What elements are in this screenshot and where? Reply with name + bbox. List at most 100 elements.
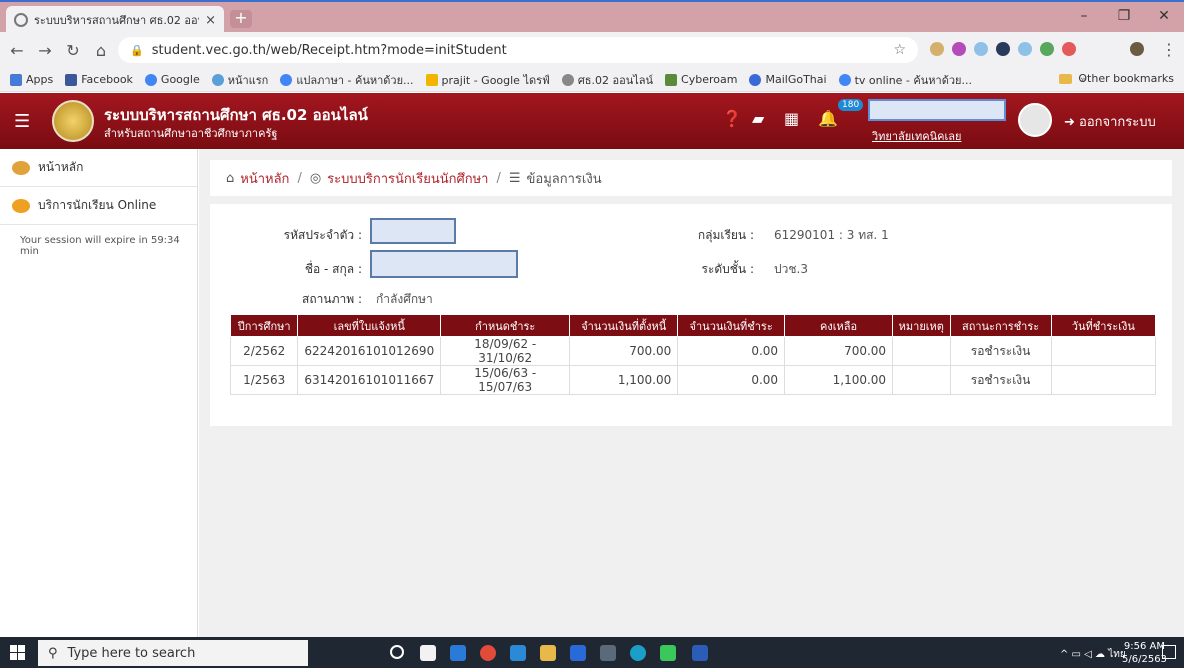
col-year: ปีการศึกษา	[229, 314, 299, 337]
col-due: กำหนดชำระ	[440, 314, 571, 337]
forward-icon[interactable]: →	[34, 41, 56, 60]
list-icon: ☰	[508, 170, 521, 186]
word-icon[interactable]	[692, 645, 708, 661]
bookmark-mailgothai[interactable]: MailGoThai	[749, 73, 827, 86]
breadcrumb-service[interactable]: ระบบบริการนักเรียนนักศึกษา	[327, 168, 488, 189]
col-balance: คงเหลือ	[784, 314, 894, 337]
user-icon	[12, 198, 30, 213]
search-icon: ⚲	[48, 645, 58, 661]
folder-icon	[1059, 73, 1073, 84]
chrome-icon[interactable]	[480, 645, 496, 661]
windows-start-icon[interactable]	[10, 645, 26, 661]
mail-icon	[749, 73, 762, 86]
home-icon: ⌂	[226, 170, 235, 186]
home-icon[interactable]: ⌂	[90, 41, 112, 60]
close-icon[interactable]: ✕	[1144, 4, 1184, 30]
edge-icon[interactable]	[510, 645, 526, 661]
google-icon	[838, 73, 851, 86]
star-icon[interactable]: ☆	[893, 42, 906, 58]
extension-icon[interactable]	[974, 42, 988, 56]
menu-dots-icon[interactable]: ⋮	[1158, 40, 1180, 59]
level-label: ระดับชั้น :	[701, 262, 754, 276]
status-label: สถานภาพ :	[302, 292, 362, 306]
extension-icon[interactable]	[996, 42, 1010, 56]
tab-close-button[interactable]: ×	[205, 13, 216, 28]
col-note: หมายเหตุ	[892, 314, 951, 337]
drive-icon	[425, 73, 438, 86]
bookmark-drive[interactable]: prajit - Google ไดรฟ์	[425, 71, 550, 89]
facebook-icon	[65, 73, 78, 86]
logout-icon: ➜	[1064, 115, 1080, 130]
lock-icon: 🔒	[130, 43, 144, 57]
app-icon[interactable]	[570, 645, 586, 661]
group-value: 61290101 : 3 ทส. 1	[774, 228, 889, 242]
book-icon[interactable]: ▰	[752, 109, 764, 128]
name-label: ชื่อ - สกุล :	[304, 262, 362, 276]
sidebar-item-home[interactable]: หน้าหลัก	[0, 149, 197, 187]
app-icon[interactable]	[600, 645, 616, 661]
new-tab-button[interactable]: +	[230, 10, 252, 28]
bell-icon[interactable]: 🔔	[818, 109, 838, 128]
invoice-link[interactable]: 63142016101011667	[297, 365, 442, 395]
bookmark-home[interactable]: หน้าแรก	[211, 71, 268, 89]
help-icon[interactable]: ❓	[722, 109, 742, 128]
dashboard-icon	[12, 160, 30, 175]
extension-icon[interactable]	[952, 42, 966, 56]
taskbar-search-input[interactable]: ⚲ Type here to search	[38, 640, 308, 666]
browser-toolbar: ← → ↻ ⌂ 🔒 student.vec.go.th/web/Receipt.…	[0, 32, 1184, 68]
session-timer: Your session will expire in 59:34 min	[20, 235, 180, 257]
name-redacted	[370, 250, 518, 278]
back-icon[interactable]: ←	[6, 41, 28, 60]
store-icon[interactable]	[420, 645, 436, 661]
hamburger-menu-icon[interactable]: ☰	[14, 111, 30, 132]
reload-icon[interactable]: ↻	[62, 41, 84, 60]
extension-icon[interactable]	[930, 42, 944, 56]
col-paid: จำนวนเงินที่ชำระ	[677, 314, 786, 337]
clock[interactable]: 9:56 AM 5/6/2563	[1122, 640, 1167, 666]
bookmark-facebook[interactable]: Facebook	[65, 73, 133, 86]
bookmark-sor02[interactable]: ศธ.02 ออนไลน์	[561, 71, 653, 89]
status-value: กำลังศึกษา	[376, 292, 433, 306]
minimize-icon[interactable]: –	[1064, 4, 1104, 30]
address-bar[interactable]: 🔒 student.vec.go.th/web/Receipt.htm?mode…	[118, 37, 918, 63]
student-finance-panel: รหัสประจำตัว : ชื่อ - สกุล : สถานภาพ : ก…	[210, 204, 1172, 426]
tab-title: ระบบบริหารสถานศึกษา ศธ.02 ออนไลน์	[34, 14, 199, 27]
profile-icon[interactable]	[1130, 42, 1144, 56]
avatar[interactable]	[1018, 103, 1052, 137]
app-header: ☰ ระบบบริหารสถานศึกษา ศธ.02 ออนไลน์ สำหร…	[0, 93, 1184, 149]
other-bookmarks[interactable]: Other bookmarks	[1059, 72, 1174, 85]
bookmark-apps[interactable]: Apps	[10, 73, 53, 86]
extension-icon[interactable]	[1062, 42, 1076, 56]
extension-icon[interactable]	[1018, 42, 1032, 56]
cyberoam-icon	[665, 73, 678, 86]
breadcrumb-home[interactable]: หน้าหลัก	[240, 168, 289, 189]
line-icon[interactable]	[660, 645, 676, 661]
student-id-label: รหัสประจำตัว :	[283, 228, 362, 242]
cortana-icon[interactable]	[390, 645, 404, 659]
notification-icon[interactable]	[1162, 645, 1176, 659]
google-icon	[144, 73, 157, 86]
invoice-link[interactable]: 62242016101012690	[297, 336, 442, 366]
maximize-icon[interactable]: ❐	[1104, 4, 1144, 30]
calendar-icon[interactable]: ▦	[784, 109, 799, 128]
edge-new-icon[interactable]	[630, 645, 646, 661]
globe-icon	[561, 73, 574, 86]
bookmark-google[interactable]: Google	[144, 73, 200, 86]
browser-tab[interactable]: ระบบบริหารสถานศึกษา ศธ.02 ออนไลน์ ×	[6, 6, 224, 34]
bookmark-cyberoam[interactable]: Cyberoam	[665, 73, 737, 86]
apps-icon	[10, 73, 22, 86]
col-paid-date: วันที่ชำระเงิน	[1050, 314, 1157, 337]
globe-icon	[211, 73, 224, 86]
file-explorer-icon[interactable]	[540, 645, 556, 661]
system-tray[interactable]: ^ ▭ ◁ ☁ ไทย	[1060, 647, 1126, 662]
college-name[interactable]: วิทยาลัยเทคนิคเลย	[872, 127, 961, 145]
bookmark-translate[interactable]: แปลภาษา - ค้นหาด้วย...	[280, 71, 414, 89]
mail-icon[interactable]	[450, 645, 466, 661]
sidebar-item-student-service[interactable]: บริการนักเรียน Online	[0, 187, 197, 225]
col-invoice: เลขที่ใบแจ้งหนี้	[297, 314, 442, 337]
logout-button[interactable]: ➜ ออกจากระบบ	[1064, 111, 1156, 132]
bookmark-tv-online[interactable]: tv online - ค้นหาด้วย...	[838, 71, 972, 89]
extension-icon[interactable]	[1040, 42, 1054, 56]
google-icon	[280, 73, 293, 86]
table-row: 1/2563 63142016101011667 15/06/63 - 15/0…	[229, 365, 1157, 395]
